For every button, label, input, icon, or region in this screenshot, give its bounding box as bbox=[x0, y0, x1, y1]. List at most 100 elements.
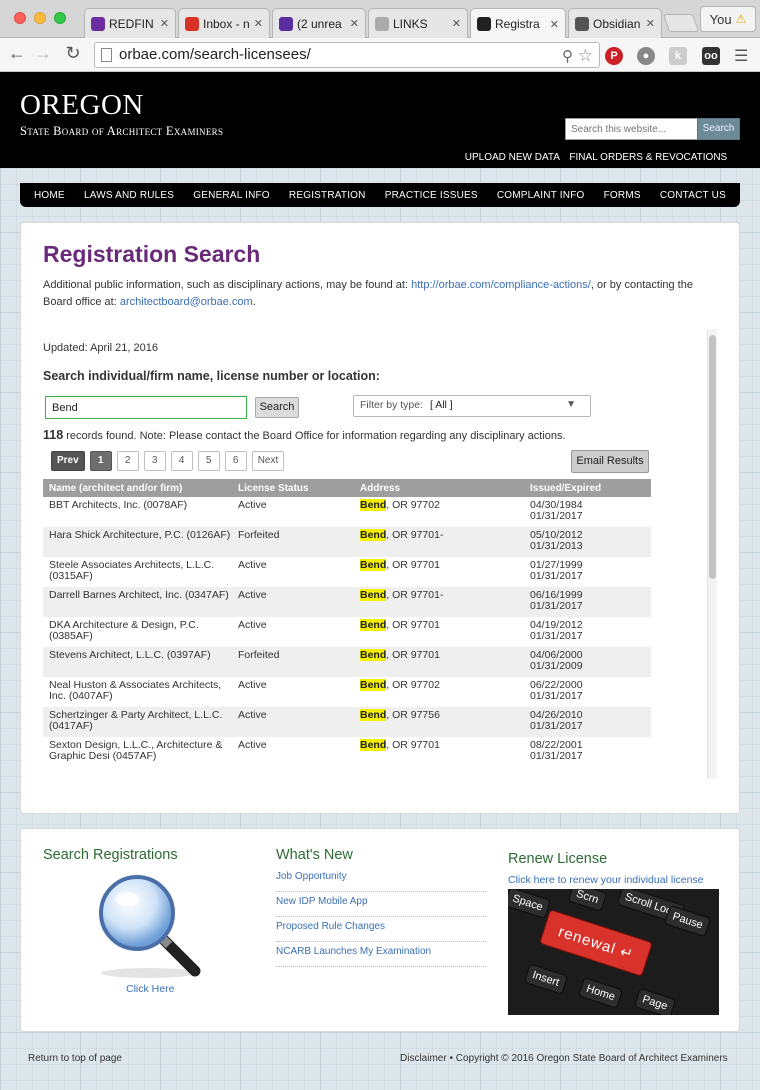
minimize-window-button[interactable] bbox=[34, 12, 46, 24]
browser-tab[interactable]: Inbox - n ✕ bbox=[178, 8, 270, 38]
license-status: Active bbox=[238, 739, 267, 751]
site-search-button[interactable]: Search bbox=[697, 118, 740, 140]
close-window-button[interactable] bbox=[14, 12, 26, 24]
licensee-name[interactable]: Stevens Architect, L.L.C. (0397AF) bbox=[43, 650, 238, 661]
address: Bend, OR 97701 bbox=[360, 739, 530, 751]
new-tab-button[interactable] bbox=[662, 14, 700, 32]
licensee-name[interactable]: Darrell Barnes Architect, Inc. (0347AF) bbox=[43, 590, 238, 601]
results-scrollbar[interactable] bbox=[707, 329, 717, 779]
zoom-icon[interactable]: ⚲ bbox=[562, 45, 573, 69]
records-note: records found. Note: Please contact the … bbox=[63, 430, 566, 442]
browser-tab[interactable]: LINKS ✕ bbox=[368, 8, 468, 38]
table-row: BBT Architects, Inc. (0078AF) Active Bend,… bbox=[43, 497, 651, 527]
bookmark-star-icon[interactable]: ☆ bbox=[578, 44, 593, 68]
profile-button[interactable]: You ⚠ bbox=[700, 6, 756, 32]
nav-practice-issues[interactable]: PRACTICE ISSUES bbox=[385, 190, 478, 201]
browser-tab[interactable]: Registra ✕ bbox=[470, 8, 566, 39]
tab-close-icon[interactable]: ✕ bbox=[160, 17, 169, 30]
compliance-actions-link[interactable]: http://orbae.com/compliance-actions/ bbox=[411, 279, 591, 291]
page-6-button[interactable]: 6 bbox=[224, 451, 247, 471]
site-logo-title[interactable]: OREGON bbox=[20, 89, 144, 122]
matched-city: Bend bbox=[360, 499, 387, 511]
address: Bend, OR 97702 bbox=[360, 499, 530, 511]
magnifier-icon[interactable] bbox=[93, 871, 205, 981]
renewal-keyboard-image[interactable]: Space Scrn Scroll Lock Pause renewal ↵ I… bbox=[508, 889, 719, 1015]
news-item-ncarb[interactable]: NCARB Launches My Examination bbox=[276, 942, 486, 967]
licensee-name[interactable]: BBT Architects, Inc. (0078AF) bbox=[43, 500, 238, 511]
profile-name: You bbox=[709, 11, 732, 27]
address-bar[interactable]: orbae.com/search-licensees/ ⚲ ☆ bbox=[94, 42, 600, 68]
upload-new-data-link[interactable]: UPLOAD NEW DATA bbox=[465, 152, 560, 163]
search-registrations-title: Search Registrations bbox=[43, 847, 178, 863]
back-to-top-link[interactable]: Return to top of page bbox=[28, 1053, 122, 1064]
tab-close-icon[interactable]: ✕ bbox=[350, 17, 359, 30]
tab-close-icon[interactable]: ✕ bbox=[452, 17, 461, 30]
licensee-name[interactable]: DKA Architecture & Design, P.C. (0385AF) bbox=[43, 620, 238, 642]
column-header-dates[interactable]: Issued/Expired bbox=[530, 483, 651, 494]
table-row: Neal Huston & Associates Architects, Inc… bbox=[43, 677, 651, 707]
nav-forms[interactable]: FORMS bbox=[604, 190, 641, 201]
nav-home[interactable]: HOME bbox=[34, 190, 65, 201]
nav-general-info[interactable]: GENERAL INFO bbox=[193, 190, 270, 201]
warning-icon: ⚠ bbox=[735, 12, 747, 26]
column-header-address[interactable]: Address bbox=[360, 483, 530, 494]
final-orders-link[interactable]: FINAL ORDERS & REVOCATIONS bbox=[569, 152, 727, 163]
menu-icon[interactable]: ☰ bbox=[734, 46, 748, 66]
maximize-window-button[interactable] bbox=[54, 12, 66, 24]
film-extension-icon[interactable]: ● bbox=[637, 47, 655, 65]
owl-extension-icon[interactable]: oo bbox=[702, 47, 720, 65]
tab-favicon-icon bbox=[279, 16, 293, 31]
back-arrow-icon[interactable]: ← bbox=[6, 43, 28, 64]
column-header-name[interactable]: Name (architect and/or firm) bbox=[43, 483, 238, 494]
licensee-search-button[interactable]: Search bbox=[255, 397, 299, 418]
pinterest-extension-icon[interactable]: P bbox=[605, 47, 623, 65]
page-4-button[interactable]: 4 bbox=[170, 451, 193, 471]
reload-icon[interactable]: ↻ bbox=[62, 43, 84, 64]
page-1-button[interactable]: 1 bbox=[89, 451, 112, 471]
nav-complaint-info[interactable]: COMPLAINT INFO bbox=[497, 190, 585, 201]
licensee-name[interactable]: Steele Associates Architects, L.L.C. (03… bbox=[43, 560, 238, 582]
news-item-rule-changes[interactable]: Proposed Rule Changes bbox=[276, 917, 486, 942]
page-2-button[interactable]: 2 bbox=[116, 451, 139, 471]
tab-close-icon[interactable]: ✕ bbox=[254, 17, 263, 30]
tab-label: Registra bbox=[495, 17, 540, 31]
news-item-job-opportunity[interactable]: Job Opportunity bbox=[276, 867, 486, 892]
browser-tab[interactable]: Obsidian ✕ bbox=[568, 8, 662, 38]
matched-city: Bend bbox=[360, 619, 387, 631]
nav-laws-and-rules[interactable]: LAWS AND RULES bbox=[84, 190, 174, 201]
matched-city: Bend bbox=[360, 559, 387, 571]
nav-contact-us[interactable]: CONTACT US bbox=[660, 190, 726, 201]
news-item-idp-app[interactable]: New IDP Mobile App bbox=[276, 892, 486, 917]
k-extension-icon[interactable]: k bbox=[669, 47, 687, 65]
tab-favicon-icon bbox=[477, 17, 491, 31]
site-logo-subtitle[interactable]: State Board of Architect Examiners bbox=[20, 124, 223, 139]
browser-tab[interactable]: (2 unrea ✕ bbox=[272, 8, 366, 38]
forward-arrow-icon[interactable]: → bbox=[32, 43, 54, 64]
intro-prefix: Additional public information, such as d… bbox=[43, 279, 412, 291]
page-5-button[interactable]: 5 bbox=[197, 451, 220, 471]
bottom-panel: Search Registrations Click Here What's N… bbox=[20, 828, 740, 1032]
nav-registration[interactable]: REGISTRATION bbox=[289, 190, 366, 201]
filter-type-select[interactable]: Filter by type: [ All ] ▼ bbox=[353, 395, 591, 417]
email-results-button[interactable]: Email Results bbox=[571, 450, 649, 473]
search-registrations-link[interactable]: Click Here bbox=[126, 983, 174, 995]
licensee-name[interactable]: Neal Huston & Associates Architects, Inc… bbox=[43, 680, 238, 702]
licensee-name[interactable]: Hara Shick Architecture, P.C. (0126AF) bbox=[43, 530, 238, 541]
next-page-button[interactable]: Next bbox=[251, 451, 285, 471]
board-email-link[interactable]: architectboard@orbae.com bbox=[120, 296, 253, 308]
address-rest: , OR 97701- bbox=[386, 529, 444, 541]
renew-license-link[interactable]: Click here to renew your individual lice… bbox=[508, 874, 704, 886]
page-3-button[interactable]: 3 bbox=[143, 451, 166, 471]
tab-close-icon[interactable]: ✕ bbox=[550, 18, 559, 31]
prev-page-button[interactable]: Prev bbox=[51, 451, 85, 471]
address-rest: , OR 97701 bbox=[386, 619, 440, 631]
browser-tab[interactable]: REDFIN ✕ bbox=[84, 8, 176, 38]
licensee-search-input[interactable] bbox=[45, 396, 247, 419]
licensee-name[interactable]: Sexton Design, L.L.C., Architecture & Gr… bbox=[43, 740, 238, 762]
issued-expired: 06/16/1999 01/31/2017 bbox=[530, 590, 651, 612]
licensee-name[interactable]: Schertzinger & Party Architect, L.L.C. (… bbox=[43, 710, 238, 732]
tab-close-icon[interactable]: ✕ bbox=[646, 17, 655, 30]
site-search-input[interactable] bbox=[565, 118, 698, 140]
column-header-status[interactable]: License Status bbox=[238, 483, 360, 494]
scrollbar-thumb[interactable] bbox=[709, 335, 716, 579]
